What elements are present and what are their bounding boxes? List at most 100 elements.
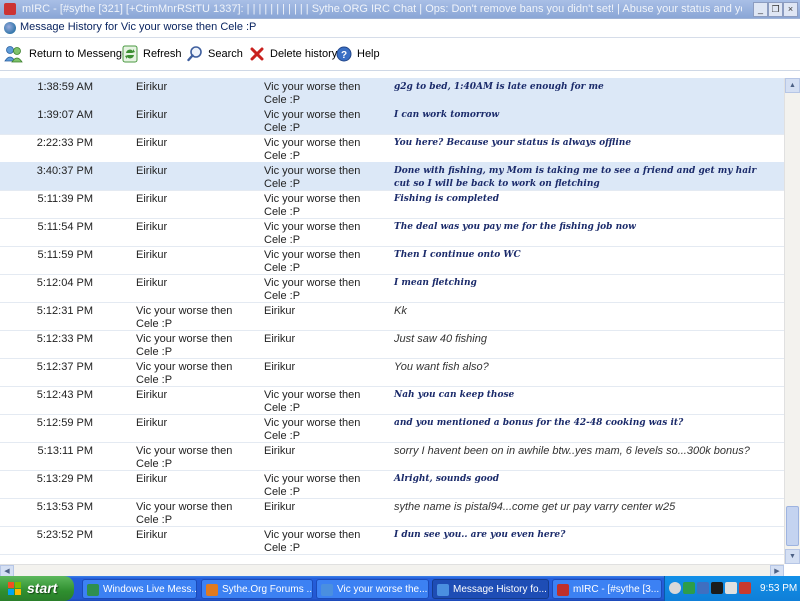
taskbar-app-icon — [321, 584, 333, 596]
windows-flag-icon — [8, 582, 21, 595]
message-list[interactable]: 1:38:59 AM Eirikur Vic your worse then Cel… — [0, 78, 784, 564]
message-row[interactable]: 2:22:33 PM Eirikur Vic your worse then Cel… — [0, 134, 784, 163]
taskbar-button-label: Sythe.Org Forums ... — [222, 584, 313, 595]
message-from: Vic your worse then Cele :P — [136, 445, 233, 470]
refresh-button[interactable]: Refresh — [122, 45, 182, 63]
message-text: sythe name is pistal94...come get ur pay… — [394, 501, 676, 513]
mirc-tray-icon[interactable] — [739, 582, 751, 594]
close-icon[interactable]: × — [783, 2, 798, 17]
message-time: 5:23:52 PM — [36, 529, 93, 541]
message-to: Vic your worse then Cele :P — [264, 165, 361, 190]
message-text: g2g to bed, 1:40AM is late enough for me — [394, 82, 604, 92]
system-tray: 9:53 PM — [664, 576, 800, 601]
vertical-scrollbar[interactable]: ▲ ▼ — [784, 78, 800, 564]
taskbar-app-icon — [206, 584, 218, 596]
message-row[interactable]: 5:11:39 PM Eirikur Vic your worse then Cel… — [0, 190, 784, 219]
message-to: Eirikur — [264, 445, 296, 457]
taskbar-app-icon — [557, 584, 569, 596]
restore-icon[interactable]: ❐ — [768, 2, 783, 17]
message-from: Vic your worse then Cele :P — [136, 305, 233, 330]
taskbar-app-icon — [87, 584, 99, 596]
scroll-up-arrow-icon[interactable]: ▲ — [785, 78, 800, 93]
message-row[interactable]: 5:12:59 PM Eirikur Vic your worse then Cel… — [0, 414, 784, 443]
clock[interactable]: 9:53 PM — [760, 576, 797, 601]
message-row[interactable]: 1:39:07 AM Eirikur Vic your worse then Cel… — [0, 106, 784, 135]
delete-history-label: Delete history — [270, 48, 338, 60]
message-text: I dun see you.. are you even here? — [394, 530, 566, 540]
help-icon: ? — [336, 46, 352, 62]
background-window-titlebar[interactable]: mIRC - [#sythe [321] [+CtimMnrRStTU 1337… — [0, 0, 800, 18]
message-time: 5:13:53 PM — [36, 501, 93, 513]
message-time: 5:11:54 PM — [37, 221, 93, 233]
message-time: 5:12:43 PM — [36, 389, 93, 401]
message-to: Vic your worse then Cele :P — [264, 109, 361, 134]
message-time: 5:12:04 PM — [36, 277, 93, 289]
message-from: Vic your worse then Cele :P — [136, 361, 233, 386]
svg-text:?: ? — [341, 50, 347, 61]
message-from: Eirikur — [136, 277, 168, 289]
taskbar-button-label: mIRC - [#sythe [3... — [573, 584, 660, 595]
message-to: Vic your worse then Cele :P — [264, 473, 361, 498]
buddies-icon — [4, 46, 23, 63]
start-label: start — [27, 580, 58, 596]
message-row[interactable]: 1:38:59 AM Eirikur Vic your worse then Cel… — [0, 78, 784, 107]
search-label: Search — [208, 48, 243, 60]
message-row[interactable]: 5:12:31 PM Vic your worse then Cele :P Eir… — [0, 302, 784, 331]
taskbar-button[interactable]: Sythe.Org Forums ... — [201, 579, 313, 599]
start-button[interactable]: start — [0, 576, 74, 601]
scroll-down-arrow-icon[interactable]: ▼ — [785, 549, 800, 564]
message-time: 5:13:11 PM — [37, 445, 93, 457]
scroll-thumb[interactable] — [786, 506, 799, 546]
app-tray-icon[interactable] — [711, 582, 723, 594]
messenger-tray-icon[interactable] — [683, 582, 695, 594]
background-window-title: mIRC - [#sythe [321] [+CtimMnrRStTU 1337… — [22, 3, 742, 15]
message-text: Done with fishing, my Mom is taking me t… — [394, 166, 757, 189]
minimize-icon[interactable]: _ — [753, 2, 768, 17]
taskbar-button[interactable]: mIRC - [#sythe [3... — [552, 579, 662, 599]
message-text: Kk — [394, 305, 407, 317]
message-from: Eirikur — [136, 81, 168, 93]
message-text: Fishing is completed — [394, 194, 500, 204]
message-time: 5:12:33 PM — [36, 333, 93, 345]
message-row[interactable]: 5:12:04 PM Eirikur Vic your worse then Cel… — [0, 274, 784, 303]
speaker-icon[interactable] — [669, 582, 681, 594]
message-text: The deal was you pay me for the fishing … — [394, 222, 636, 232]
message-row[interactable]: 5:13:11 PM Vic your worse then Cele :P Eir… — [0, 442, 784, 471]
message-time: 2:22:33 PM — [36, 137, 93, 149]
message-from: Eirikur — [136, 249, 168, 261]
window-titlebar[interactable]: Message History for Vic your worse then … — [0, 19, 800, 38]
message-row[interactable]: 5:13:29 PM Eirikur Vic your worse then Cel… — [0, 470, 784, 499]
return-to-messenger-button[interactable]: Return to Messenger — [4, 45, 132, 63]
message-to: Vic your worse then Cele :P — [264, 221, 361, 246]
message-text: sorry I havent been on in awhile btw..ye… — [394, 445, 750, 457]
message-from: Eirikur — [136, 193, 168, 205]
network-icon[interactable] — [697, 582, 709, 594]
message-row[interactable]: 5:11:54 PM Eirikur Vic your worse then Cel… — [0, 218, 784, 247]
message-from: Eirikur — [136, 389, 168, 401]
message-row[interactable]: 3:40:37 PM Eirikur Vic your worse then Cel… — [0, 162, 784, 191]
message-row[interactable]: 5:13:53 PM Vic your worse then Cele :P Eir… — [0, 498, 784, 527]
message-to: Eirikur — [264, 501, 296, 513]
message-row[interactable]: 5:11:59 PM Eirikur Vic your worse then Cel… — [0, 246, 784, 275]
taskbar-button[interactable]: Vic your worse the... — [316, 579, 429, 599]
message-time: 3:40:37 PM — [36, 165, 93, 177]
help-button[interactable]: ? Help — [336, 45, 380, 63]
taskbar-button[interactable]: Message History fo... — [432, 579, 549, 599]
message-row[interactable]: 5:23:52 PM Eirikur Vic your worse then Cel… — [0, 526, 784, 555]
message-to: Vic your worse then Cele :P — [264, 417, 361, 442]
message-from: Eirikur — [136, 221, 168, 233]
message-row[interactable]: 5:12:33 PM Vic your worse then Cele :P Eir… — [0, 330, 784, 359]
message-row[interactable]: 5:12:43 PM Eirikur Vic your worse then Cel… — [0, 386, 784, 415]
search-button[interactable]: Search — [187, 45, 243, 63]
message-row[interactable]: 5:12:37 PM Vic your worse then Cele :P Eir… — [0, 358, 784, 387]
message-from: Eirikur — [136, 137, 168, 149]
taskbar-button-label: Windows Live Mess... — [103, 584, 197, 595]
message-history-window: Message History for Vic your worse then … — [0, 18, 800, 578]
message-to: Eirikur — [264, 305, 296, 317]
message-from: Eirikur — [136, 165, 168, 177]
delete-history-button[interactable]: Delete history — [249, 45, 337, 63]
message-from: Eirikur — [136, 417, 168, 429]
window-title: Message History for Vic your worse then … — [20, 21, 257, 33]
taskbar-button[interactable]: Windows Live Mess... — [82, 579, 197, 599]
tray-icon[interactable] — [725, 582, 737, 594]
